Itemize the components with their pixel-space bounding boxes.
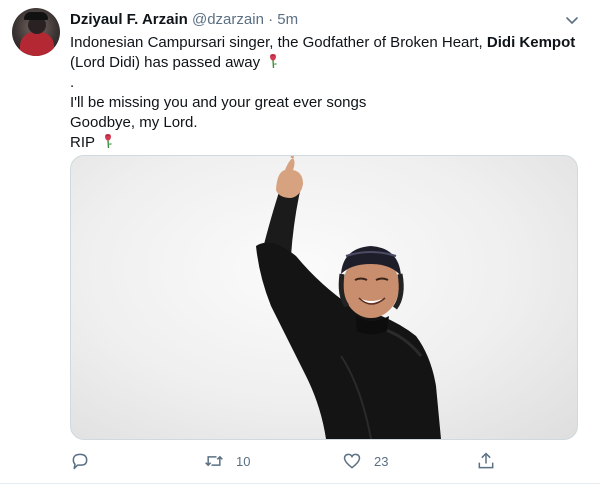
mention-didi-kempot: Didi Kempot xyxy=(486,34,576,51)
tweet-text-line-3: . xyxy=(70,74,75,91)
heart-icon xyxy=(342,451,362,471)
tweet-text-line-6: RIP xyxy=(70,133,585,153)
tweet-text-line-1-plain: Indonesian Campursari singer, the Godfat… xyxy=(70,34,487,51)
wilted-rose-icon xyxy=(267,53,279,69)
share-button[interactable] xyxy=(476,450,496,472)
tweet-photo[interactable] xyxy=(70,155,578,440)
tweet-text-line-6-plain: RIP xyxy=(70,134,95,151)
tweet-text-line-5: Goodbye, my Lord. xyxy=(70,114,198,131)
avatar-figure-body xyxy=(20,32,54,56)
avatar[interactable] xyxy=(12,8,60,56)
author-handle[interactable]: @dzarzain xyxy=(192,11,264,28)
retweet-count: 10 xyxy=(236,453,251,469)
header-separator: · xyxy=(268,11,274,28)
tweet-text-line-1: Indonesian Campursari singer, the Godfat… xyxy=(70,33,585,53)
avatar-figure-hat xyxy=(24,12,48,20)
more-options-chevron-down-icon[interactable] xyxy=(564,12,580,28)
tweet[interactable]: Dziyaul F. Arzain @dzarzain · 5m Indones… xyxy=(0,0,600,484)
reply-icon xyxy=(70,451,90,471)
tweet-header: Dziyaul F. Arzain @dzarzain · 5m xyxy=(70,10,580,30)
tweet-text-line-4: I'll be missing you and your great ever … xyxy=(70,94,367,111)
tweet-text-line-2-plain: (Lord Didi) has passed away xyxy=(70,54,261,71)
wilted-rose-icon xyxy=(102,133,114,149)
tweet-text: Indonesian Campursari singer, the Godfat… xyxy=(70,33,585,153)
reply-button[interactable] xyxy=(70,450,102,472)
retweet-button[interactable]: 10 xyxy=(204,450,250,472)
tweet-timestamp[interactable]: 5m xyxy=(277,11,298,28)
like-button[interactable]: 23 xyxy=(342,450,388,472)
tweet-text-line-2: (Lord Didi) has passed away xyxy=(70,53,585,73)
author-name[interactable]: Dziyaul F. Arzain xyxy=(70,11,188,28)
retweet-icon xyxy=(204,451,224,471)
share-icon xyxy=(476,451,496,471)
like-count: 23 xyxy=(374,453,389,469)
tweet-actions: 10 23 xyxy=(70,450,510,472)
